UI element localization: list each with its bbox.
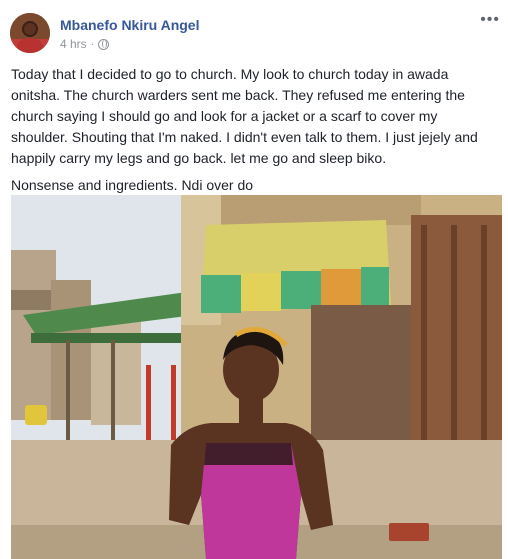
author-name-link[interactable]: Mbanefo Nkiru Angel <box>60 17 200 33</box>
post-card: Mbanefo Nkiru Angel 4 hrs · ••• Today th… <box>0 0 508 559</box>
post-paragraph: Today that I decided to go to church. My… <box>11 66 478 166</box>
post-meta: 4 hrs · <box>60 37 110 51</box>
meta-separator: · <box>90 38 95 50</box>
post-body: Today that I decided to go to church. My… <box>11 64 497 196</box>
globe-icon[interactable] <box>98 38 110 50</box>
timestamp-link[interactable]: 4 hrs <box>60 37 87 51</box>
post-photo[interactable] <box>11 195 502 559</box>
post-paragraph: Nonsense and ingredients. Ndi over do <box>11 177 254 193</box>
ellipsis-icon[interactable]: ••• <box>480 12 500 28</box>
avatar[interactable] <box>10 13 50 53</box>
